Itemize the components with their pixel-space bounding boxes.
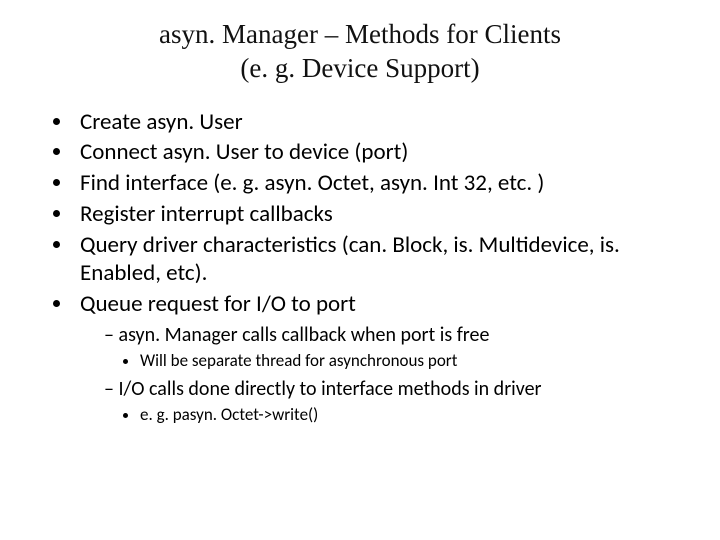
sub-bullet-text: asyn. Manager calls callback when port i… [118, 323, 489, 347]
sub-bullet-text: I/O calls done directly to interface met… [118, 377, 541, 401]
bullet-item: Queue request for I/O to port asyn. Mana… [74, 290, 680, 425]
sub2-bullet-item: Will be separate thread for asynchronous… [140, 350, 680, 371]
slide-title: asyn. Manager – Methods for Clients (e. … [40, 18, 680, 86]
title-line-1: asyn. Manager – Methods for Clients [159, 19, 561, 49]
bullet-text: Register interrupt callbacks [80, 200, 333, 228]
bullet-item: Find interface (e. g. asyn. Octet, asyn.… [74, 169, 680, 198]
sub2-bullet-text: Will be separate thread for asynchronous… [140, 350, 457, 371]
title-line-2: (e. g. Device Support) [240, 53, 479, 83]
bullet-text: Create asyn. User [80, 108, 243, 136]
sub-bullet-list: asyn. Manager calls callback when port i… [80, 323, 680, 426]
bullet-text: Queue request for I/O to port [80, 290, 356, 318]
sub-bullet-item: I/O calls done directly to interface met… [104, 377, 680, 425]
bullet-item: Create asyn. User [74, 108, 680, 137]
sub2-bullet-item: e. g. pasyn. Octet->write() [140, 404, 680, 425]
sub2-bullet-list: e. g. pasyn. Octet->write() [104, 404, 680, 425]
bullet-text: Connect asyn. User to device (port) [80, 138, 408, 166]
bullet-item: Connect asyn. User to device (port) [74, 138, 680, 167]
bullet-item: Register interrupt callbacks [74, 200, 680, 229]
bullet-list: Create asyn. User Connect asyn. User to … [40, 108, 680, 426]
sub2-bullet-list: Will be separate thread for asynchronous… [104, 350, 680, 371]
bullet-text: Query driver characteristics (can. Block… [80, 231, 620, 288]
slide: asyn. Manager – Methods for Clients (e. … [0, 0, 720, 540]
bullet-item: Query driver characteristics (can. Block… [74, 231, 680, 289]
bullet-text: Find interface (e. g. asyn. Octet, asyn.… [80, 169, 544, 197]
sub2-bullet-text: e. g. pasyn. Octet->write() [140, 404, 318, 425]
sub-bullet-item: asyn. Manager calls callback when port i… [104, 323, 680, 371]
